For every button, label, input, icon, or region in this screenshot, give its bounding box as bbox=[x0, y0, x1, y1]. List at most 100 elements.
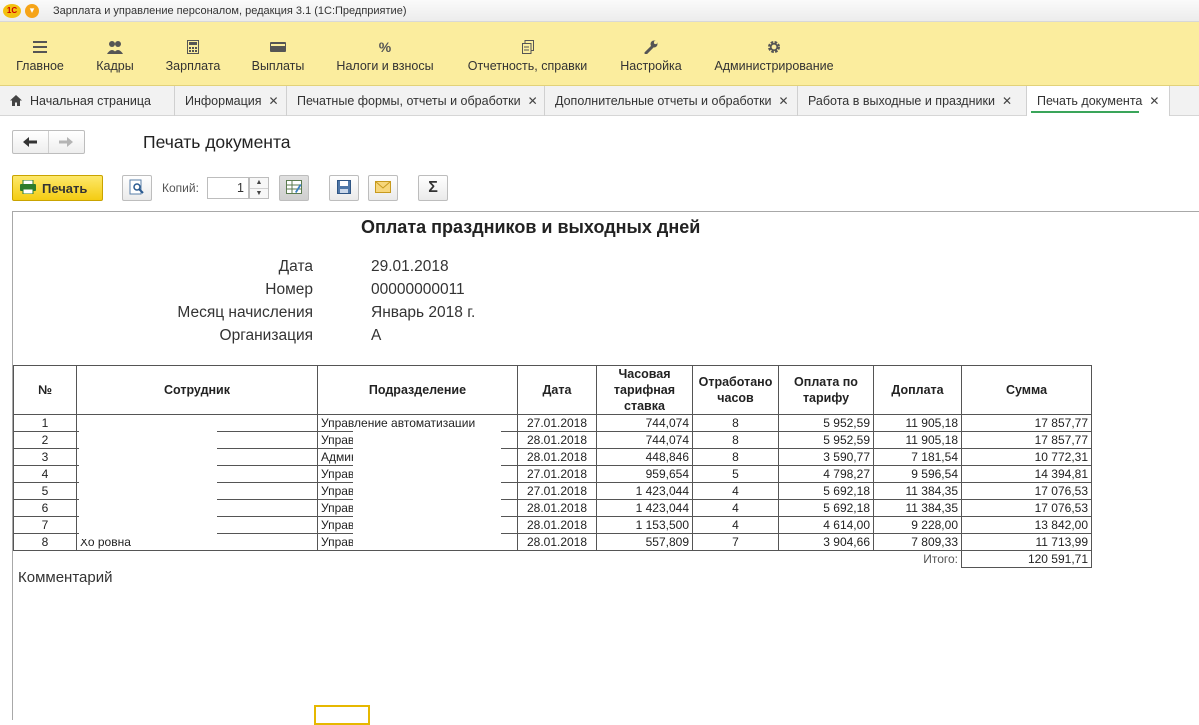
section-settings[interactable]: Настройка bbox=[619, 22, 683, 86]
selected-cell[interactable] bbox=[314, 705, 370, 725]
section-salary[interactable]: Зарплата bbox=[165, 22, 221, 86]
back-arrow-icon[interactable] bbox=[13, 131, 49, 153]
preview-button[interactable] bbox=[122, 175, 152, 201]
field-label-month: Месяц начисления bbox=[177, 304, 313, 321]
cell-tariff: 5 952,59 bbox=[778, 431, 874, 449]
cell-rate: 448,846 bbox=[596, 448, 693, 466]
cell-n: 3 bbox=[13, 448, 77, 466]
section-label: Выплаты bbox=[251, 59, 305, 73]
sections-panel: Главное Кадры Зарплата Выплаты % Налоги … bbox=[0, 22, 1199, 86]
section-hr[interactable]: Кадры bbox=[94, 22, 136, 86]
cell-hours: 4 bbox=[692, 499, 779, 517]
main-menu-button[interactable]: ▾ bbox=[25, 3, 39, 18]
close-icon[interactable]: ✕ bbox=[779, 94, 789, 108]
section-main[interactable]: Главное bbox=[15, 22, 65, 86]
stepper-down-icon[interactable]: ▼ bbox=[250, 189, 268, 199]
cell-sum: 14 394,81 bbox=[961, 465, 1092, 483]
print-button[interactable]: Печать bbox=[12, 175, 103, 201]
copies-input[interactable]: 1 bbox=[207, 177, 249, 199]
cell-extra: 7 181,54 bbox=[873, 448, 962, 466]
page-title: Печать документа bbox=[143, 132, 291, 152]
field-label-number: Номер bbox=[265, 281, 313, 298]
section-payments[interactable]: Выплаты bbox=[250, 22, 306, 86]
redaction-block bbox=[79, 417, 217, 539]
copies-label: Копий: bbox=[162, 181, 199, 195]
column-header: № bbox=[13, 365, 77, 415]
cell-hours: 8 bbox=[692, 448, 779, 466]
tab-label: Печать документа bbox=[1037, 94, 1143, 108]
cell-hours: 4 bbox=[692, 482, 779, 500]
cell-tariff: 3 590,77 bbox=[778, 448, 874, 466]
cell-date: 27.01.2018 bbox=[517, 465, 597, 483]
people-icon bbox=[107, 39, 123, 55]
tab-additional-reports[interactable]: Дополнительные отчеты и обработки ✕ bbox=[545, 86, 798, 116]
section-reports[interactable]: Отчетность, справки bbox=[465, 22, 590, 86]
cell-sum: 10 772,31 bbox=[961, 448, 1092, 466]
field-value-organization: А bbox=[371, 327, 382, 344]
cell-rate: 1 153,500 bbox=[596, 516, 693, 534]
stepper-up-icon[interactable]: ▲ bbox=[250, 178, 268, 189]
cell-n: 2 bbox=[13, 431, 77, 449]
total-row: Итого: 120 591,71 bbox=[14, 550, 1092, 568]
close-icon[interactable]: ✕ bbox=[1149, 94, 1159, 108]
table-header-row: № Сотрудник Подразделение Дата Часовая т… bbox=[13, 365, 1092, 415]
tab-weekend-work[interactable]: Работа в выходные и праздники ✕ bbox=[798, 86, 1027, 116]
comment-label: Комментарий bbox=[18, 569, 113, 586]
save-button[interactable] bbox=[329, 175, 359, 201]
edit-mode-button[interactable] bbox=[279, 175, 309, 201]
close-icon[interactable]: ✕ bbox=[269, 94, 279, 108]
cell-date: 28.01.2018 bbox=[517, 431, 597, 449]
close-icon[interactable]: ✕ bbox=[528, 94, 538, 108]
calculator-icon bbox=[187, 39, 199, 55]
field-value-date: 29.01.2018 bbox=[371, 258, 449, 275]
column-header: Часовая тарифная ставка bbox=[596, 365, 693, 415]
navigation-buttons bbox=[12, 130, 85, 154]
cell-extra: 7 809,33 bbox=[873, 533, 962, 551]
cell-date: 27.01.2018 bbox=[517, 414, 597, 432]
cell-tariff: 3 904,66 bbox=[778, 533, 874, 551]
cell-tariff: 5 952,59 bbox=[778, 414, 874, 432]
spreadsheet-document[interactable]: Оплата праздников и выходных дней Дата 2… bbox=[12, 211, 1199, 725]
cell-n: 5 bbox=[13, 482, 77, 500]
reports-icon bbox=[521, 39, 534, 55]
send-email-button[interactable] bbox=[368, 175, 398, 201]
section-administration[interactable]: Администрирование bbox=[712, 22, 836, 86]
home-icon bbox=[10, 94, 22, 109]
cell-sum: 17 857,77 bbox=[961, 414, 1092, 432]
total-label: Итого: bbox=[873, 550, 962, 568]
forward-arrow-icon[interactable] bbox=[49, 131, 85, 153]
tab-home[interactable]: Начальная страница bbox=[0, 86, 175, 116]
section-taxes[interactable]: % Налоги и взносы bbox=[334, 22, 436, 86]
tab-label: Информация bbox=[185, 94, 262, 108]
app-logo: 1С bbox=[3, 3, 21, 18]
cell-extra: 9 228,00 bbox=[873, 516, 962, 534]
tab-print-document[interactable]: Печать документа ✕ bbox=[1027, 86, 1170, 116]
column-header: Доплата bbox=[873, 365, 962, 415]
close-icon[interactable]: ✕ bbox=[1002, 94, 1012, 108]
field-label-date: Дата bbox=[278, 258, 313, 275]
cell-tariff: 4 798,27 bbox=[778, 465, 874, 483]
redaction-block bbox=[353, 427, 501, 549]
envelope-icon bbox=[375, 180, 391, 196]
cell-extra: 9 596,54 bbox=[873, 465, 962, 483]
window-title: Зарплата и управление персоналом, редакц… bbox=[53, 4, 407, 17]
sum-button[interactable]: Σ bbox=[418, 175, 448, 201]
tab-print-forms[interactable]: Печатные формы, отчеты и обработки ✕ bbox=[287, 86, 545, 116]
column-header: Отработано часов bbox=[692, 365, 779, 415]
printer-icon bbox=[20, 179, 36, 197]
print-button-label: Печать bbox=[42, 180, 88, 196]
tab-information[interactable]: Информация ✕ bbox=[175, 86, 287, 116]
tab-label: Дополнительные отчеты и обработки bbox=[555, 94, 772, 108]
cell-rate: 744,074 bbox=[596, 431, 693, 449]
cell-rate: 1 423,044 bbox=[596, 482, 693, 500]
cell-sum: 17 857,77 bbox=[961, 431, 1092, 449]
section-label: Налоги и взносы bbox=[336, 59, 434, 73]
save-icon bbox=[337, 179, 351, 197]
cell-n: 8 bbox=[13, 533, 77, 551]
cell-hours: 8 bbox=[692, 431, 779, 449]
cell-rate: 557,809 bbox=[596, 533, 693, 551]
cell-date: 28.01.2018 bbox=[517, 448, 597, 466]
section-label: Настройка bbox=[620, 59, 682, 73]
cell-date: 27.01.2018 bbox=[517, 482, 597, 500]
copies-stepper[interactable]: ▲ ▼ bbox=[249, 177, 269, 199]
